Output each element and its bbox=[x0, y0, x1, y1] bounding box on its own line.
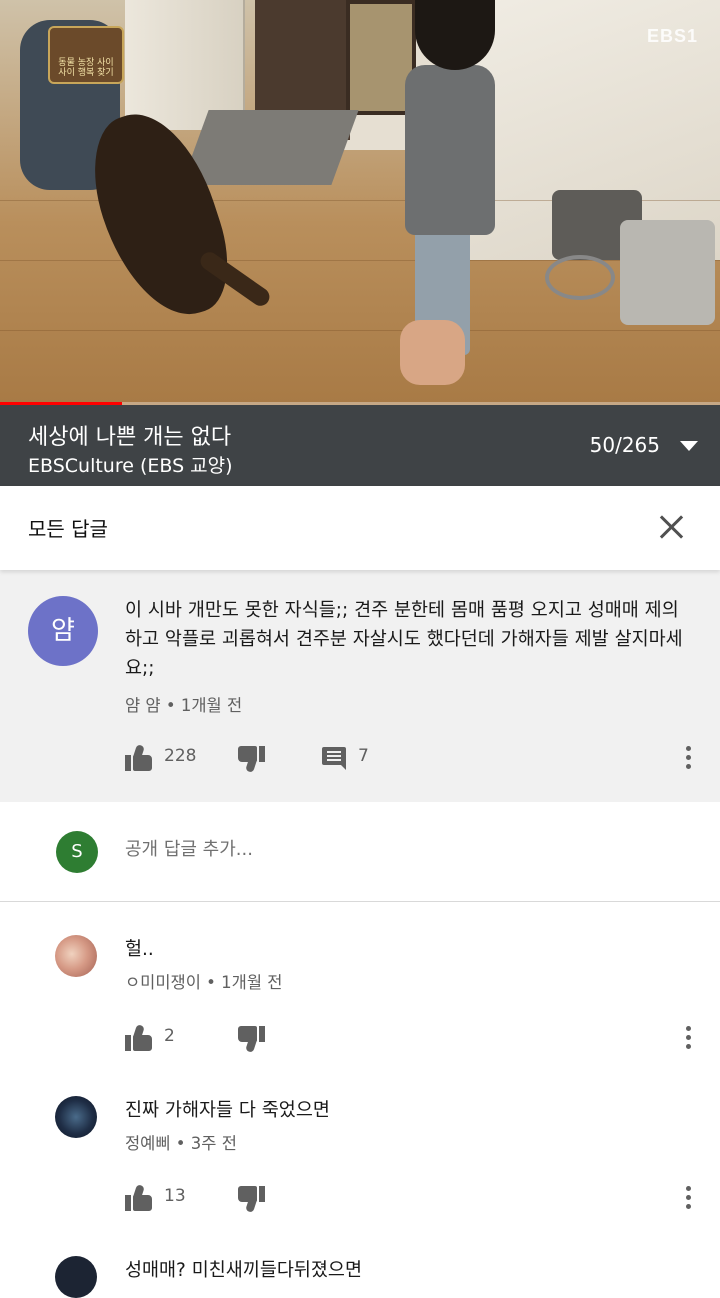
dislike-icon[interactable] bbox=[237, 1026, 265, 1053]
comment-author[interactable]: 얌 얌 bbox=[125, 696, 161, 715]
avatar: S bbox=[56, 831, 98, 873]
reply-input[interactable] bbox=[125, 839, 685, 860]
like-icon[interactable] bbox=[125, 1024, 153, 1051]
video-scene-mat bbox=[181, 110, 359, 185]
parent-comment: 얌 이 시바 개만도 못한 자식들;; 견주 분한테 몸매 품평 오지고 성매매… bbox=[0, 570, 720, 802]
meta-separator: • bbox=[175, 1134, 191, 1153]
reply-item: 성매매? 미친새끼들다뒤졌으면 bbox=[0, 1256, 720, 1298]
like-count: 2 bbox=[164, 1026, 175, 1046]
close-icon[interactable] bbox=[654, 510, 688, 544]
like-count: 13 bbox=[164, 1186, 186, 1206]
avatar[interactable] bbox=[55, 1096, 97, 1138]
reply-meta: ㅇ미미쟁이 • 1개월 전 bbox=[125, 969, 282, 993]
comment-meta: 얌 얌 • 1개월 전 bbox=[125, 692, 242, 716]
program-badge: 동물 농장 사이 사이 행복 찾기 bbox=[48, 26, 124, 84]
comment-text: 이 시바 개만도 못한 자식들;; 견주 분한테 몸매 품평 오지고 성매매 제… bbox=[125, 600, 683, 679]
reply-meta: 정예삐 • 3주 전 bbox=[125, 1130, 237, 1154]
video-scene-woman bbox=[405, 65, 495, 235]
replies-header: 모든 답글 bbox=[0, 486, 720, 570]
dislike-icon[interactable] bbox=[237, 746, 265, 773]
reply-author[interactable]: 정예삐 bbox=[125, 1134, 171, 1153]
more-options-icon[interactable] bbox=[684, 1184, 694, 1212]
reply-icon[interactable] bbox=[322, 747, 346, 770]
playlist-title: 세상에 나쁜 개는 없다 bbox=[28, 425, 232, 450]
reply-item: 진짜 가해자들 다 죽었으면 정예삐 • 3주 전 13 bbox=[0, 1096, 720, 1256]
reply-actions: 2 bbox=[0, 1018, 720, 1058]
avatar[interactable] bbox=[55, 1256, 97, 1298]
add-reply-row: S bbox=[0, 802, 720, 902]
playlist-position: 50/265 bbox=[589, 433, 660, 457]
reply-time: 3주 전 bbox=[190, 1134, 237, 1153]
like-count: 228 bbox=[164, 746, 197, 766]
floor-plank-line bbox=[0, 330, 720, 331]
meta-separator: • bbox=[206, 973, 222, 992]
reply-text: 성매매? 미친새끼들다뒤졌으면 bbox=[125, 1260, 362, 1281]
video-scene-stool bbox=[545, 255, 615, 300]
avatar[interactable] bbox=[55, 935, 97, 977]
playlist-bar[interactable]: 세상에 나쁜 개는 없다 EBSCulture (EBS 교양) 50/265 bbox=[0, 405, 720, 486]
reply-text: 헐.. bbox=[125, 939, 154, 960]
reply-author[interactable]: ㅇ미미쟁이 bbox=[125, 973, 201, 992]
playlist-channel: EBSCulture (EBS 교양) bbox=[28, 455, 233, 477]
reply-item: 헐.. ㅇ미미쟁이 • 1개월 전 2 bbox=[0, 935, 720, 1095]
replies-title: 모든 답글 bbox=[28, 517, 108, 541]
avatar[interactable]: 얌 bbox=[28, 596, 98, 666]
video-player[interactable]: 동물 농장 사이 사이 행복 찾기 EBS1 bbox=[0, 0, 720, 405]
more-options-icon[interactable] bbox=[684, 744, 694, 772]
more-options-icon[interactable] bbox=[684, 1024, 694, 1052]
reply-count: 7 bbox=[358, 746, 369, 766]
meta-separator: • bbox=[165, 696, 181, 715]
reply-text: 진짜 가해자들 다 죽었으면 bbox=[125, 1100, 330, 1121]
channel-watermark: EBS1 bbox=[646, 26, 698, 46]
floor-plank-line bbox=[0, 260, 720, 261]
video-scene-feet bbox=[400, 320, 465, 385]
like-icon[interactable] bbox=[125, 744, 153, 771]
comment-actions: 228 7 bbox=[0, 738, 720, 778]
dislike-icon[interactable] bbox=[237, 1186, 265, 1213]
expand-playlist-icon[interactable] bbox=[680, 441, 698, 451]
like-icon[interactable] bbox=[125, 1184, 153, 1211]
video-scene-bag bbox=[620, 220, 715, 325]
reply-actions: 13 bbox=[0, 1178, 720, 1218]
reply-time: 1개월 전 bbox=[221, 973, 283, 992]
comment-time: 1개월 전 bbox=[180, 696, 243, 715]
